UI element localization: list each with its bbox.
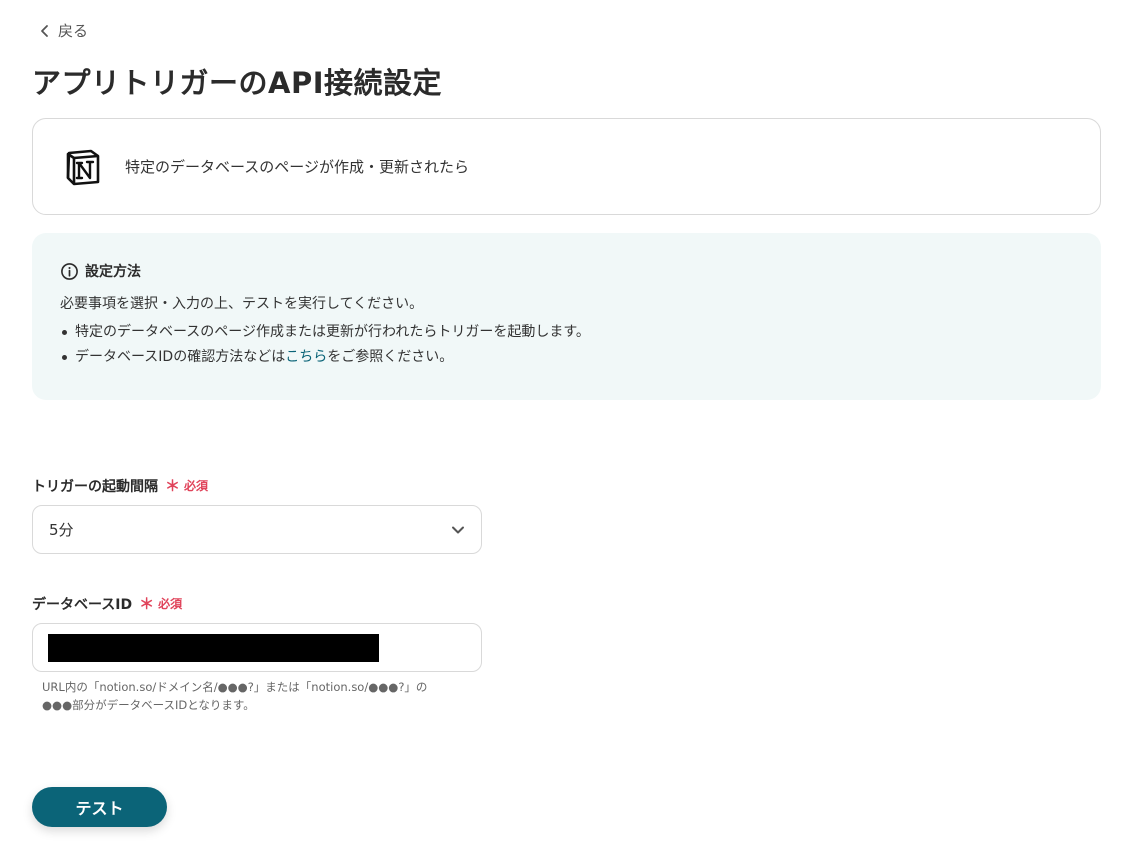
interval-label-text: トリガーの起動間隔: [32, 478, 158, 495]
list-item: 特定のデータベースのページ作成または更新が行われたらトリガーを起動します。: [60, 323, 1073, 341]
instructions-panel: 設定方法 必要事項を選択・入力の上、テストを実行してください。 特定のデータベー…: [32, 233, 1101, 400]
back-label: 戻る: [58, 22, 89, 40]
chevron-left-icon: [41, 24, 48, 37]
required-asterisk: ＊: [139, 595, 155, 613]
instructions-heading: 設定方法: [60, 261, 1073, 281]
instructions-heading-text: 設定方法: [85, 264, 141, 280]
page-title: アプリトリガーのAPI接続設定: [32, 66, 442, 100]
database-id-help: URL内の「notion.so/ドメイン名/●●●?」または「notion.so…: [42, 678, 482, 714]
help-text-line: URL内の「notion.so/ドメイン名/●●●?」または「notion.so…: [42, 680, 428, 694]
database-id-label: データベースID ＊ 必須: [32, 593, 182, 614]
list-item: データベースIDの確認方法などはこちらをご参照ください。: [60, 348, 1073, 366]
notion-logo-icon: [66, 149, 100, 185]
required-text: 必須: [184, 479, 209, 493]
interval-select[interactable]: 5分: [32, 505, 482, 554]
database-id-input[interactable]: [32, 623, 482, 672]
trigger-label: 特定のデータベースのページが作成・更新されたら: [125, 158, 469, 176]
redacted-value: [48, 634, 379, 662]
trigger-card: 特定のデータベースのページが作成・更新されたら: [32, 118, 1101, 215]
interval-select-value: 5分: [49, 521, 74, 539]
chevron-down-icon: [452, 526, 464, 534]
instructions-list: 特定のデータベースのページ作成または更新が行われたらトリガーを起動します。 デー…: [60, 323, 1073, 366]
interval-label: トリガーの起動間隔 ＊ 必須: [32, 475, 208, 496]
list-item-suffix: をご参照ください。: [327, 349, 454, 365]
info-icon: [61, 262, 78, 280]
help-text-line: ●●●部分がデータベースIDとなります。: [42, 698, 255, 712]
instructions-description: 必要事項を選択・入力の上、テストを実行してください。: [60, 296, 424, 312]
required-text: 必須: [158, 597, 183, 611]
test-button[interactable]: テスト: [32, 787, 167, 827]
list-item-prefix: データベースIDの確認方法などは: [75, 349, 286, 365]
back-link[interactable]: 戻る: [38, 20, 88, 41]
required-asterisk: ＊: [165, 477, 181, 495]
help-link[interactable]: こちら: [285, 349, 327, 365]
database-id-label-text: データベースID: [32, 596, 133, 613]
